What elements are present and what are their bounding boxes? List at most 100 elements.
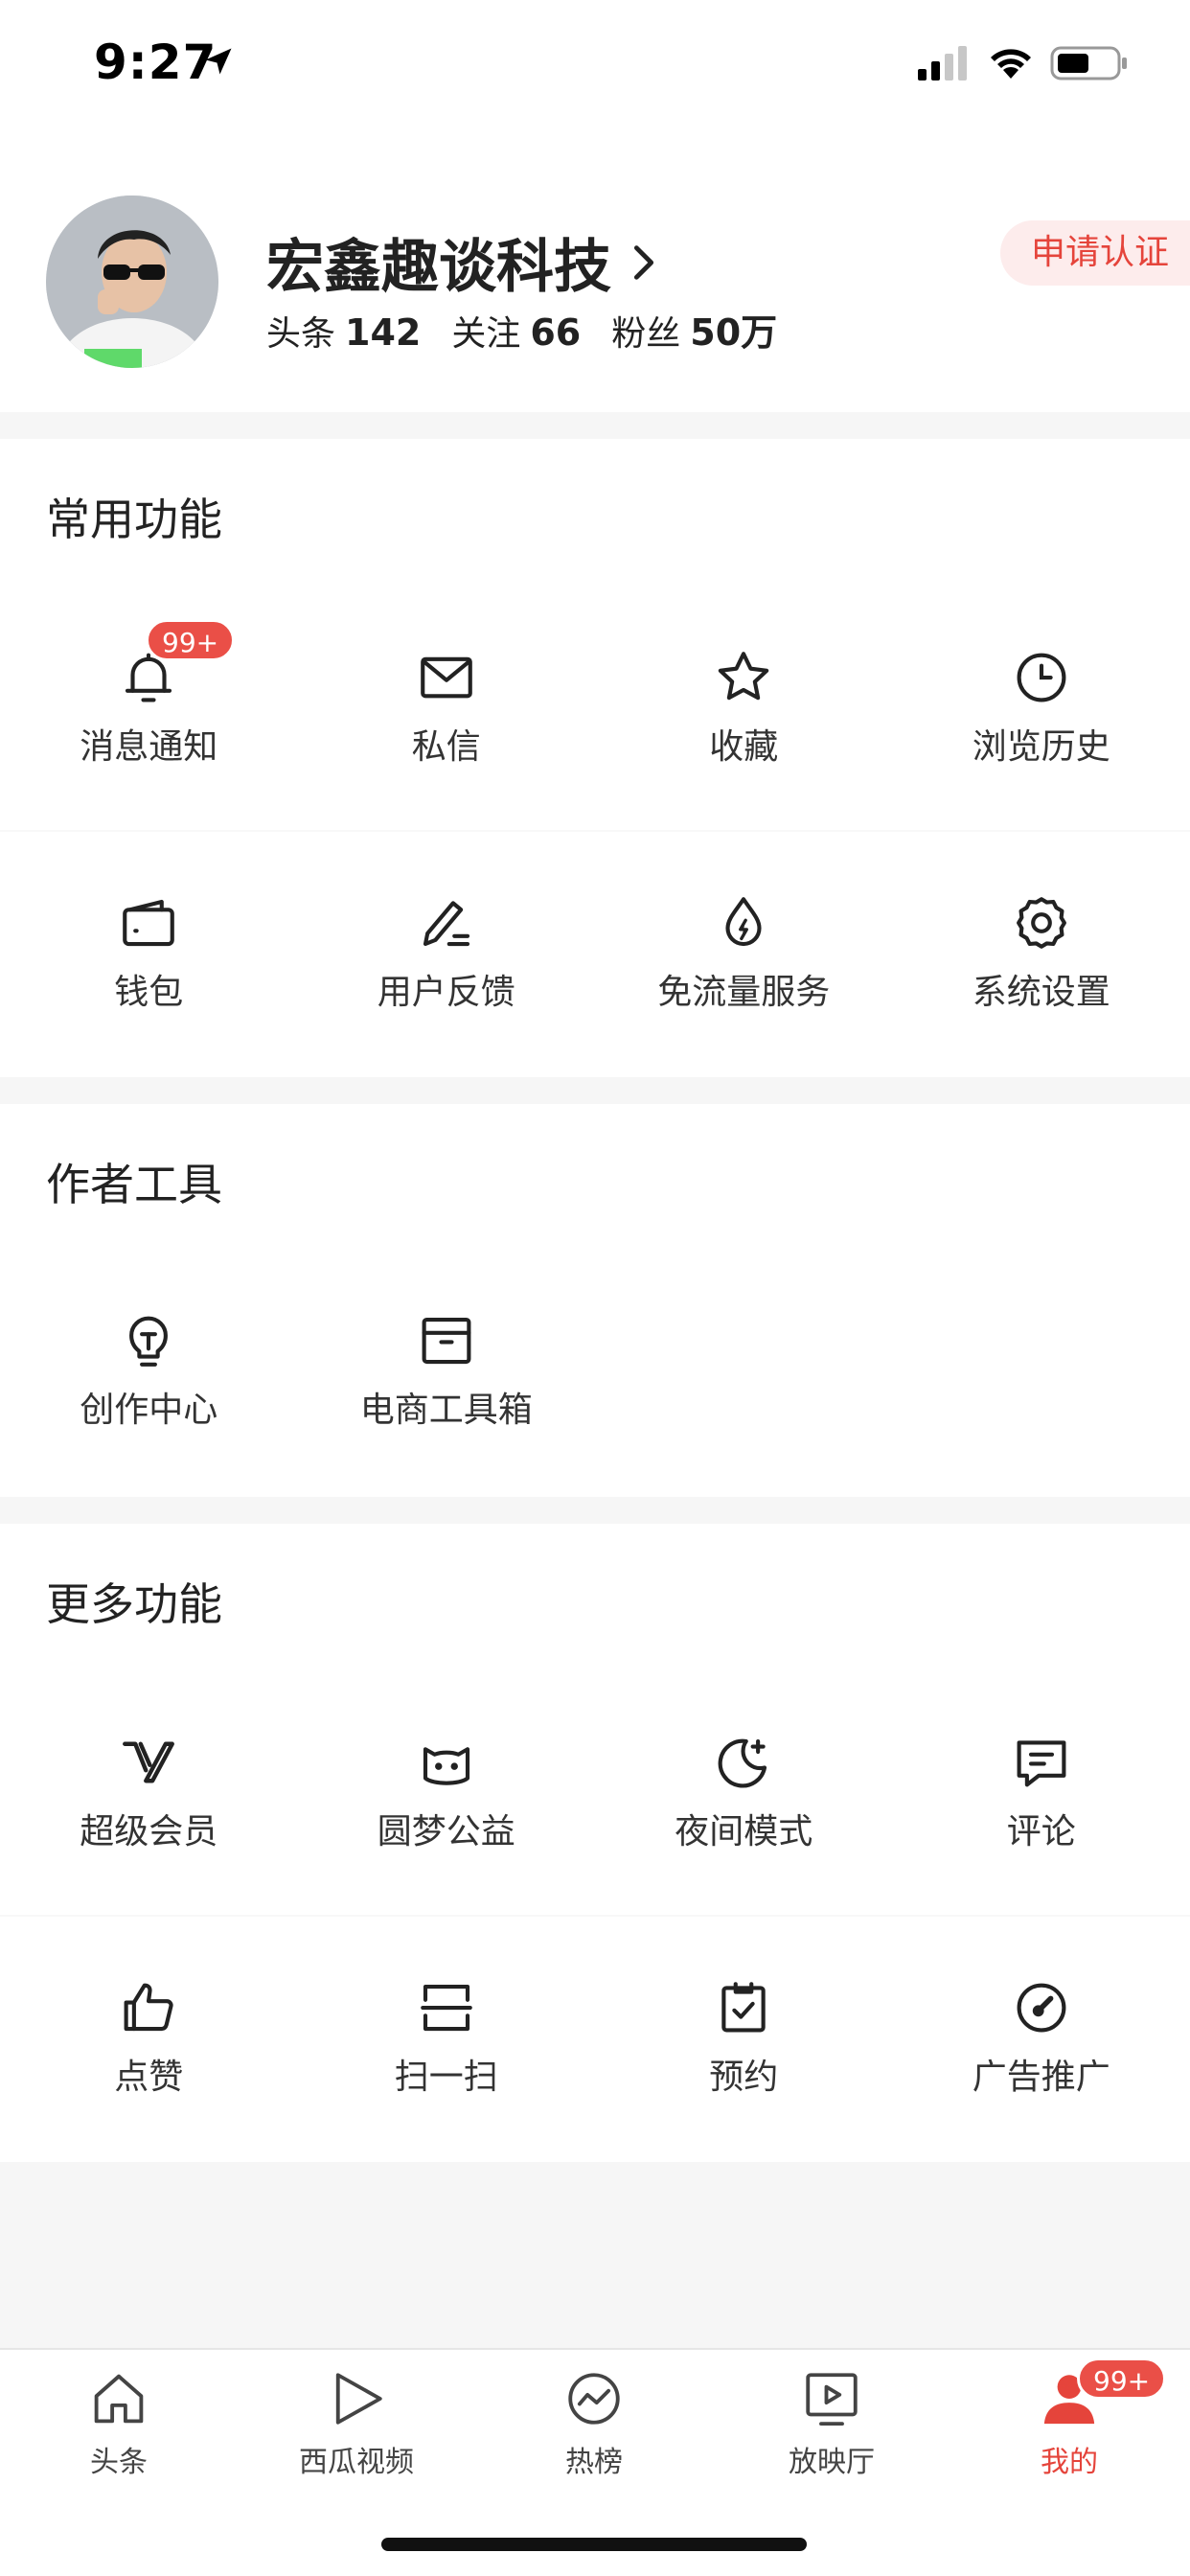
status-time: 9:27 — [94, 34, 217, 90]
wallet-icon — [117, 891, 180, 954]
profile-stats: 头条 142 关注 66 粉丝 50万 — [266, 303, 808, 356]
clipboard-check-icon — [712, 1976, 775, 2039]
common-row-1: 99+ 消息通知 私信 收藏 浏览历史 — [0, 586, 1190, 830]
thumbs-up-icon — [117, 1976, 180, 2039]
grid-label: 评论 — [1006, 1812, 1076, 1852]
stat-value: 142 — [345, 311, 422, 354]
grid-item-ecommerce-toolbox[interactable]: 电商工具箱 — [298, 1250, 596, 1493]
grid-item-charity[interactable]: 圆梦公益 — [298, 1671, 596, 1915]
common-functions-section: 常用功能 99+ 消息通知 私信 收藏 浏览历史 钱包 用户反馈 免流量服务 系… — [0, 439, 1190, 1077]
tab-hot-list[interactable]: 热榜 — [498, 2367, 690, 2511]
page-bottom-spacer — [0, 2162, 1190, 2348]
tab-label: 我的 — [1041, 2446, 1098, 2479]
section-title: 更多功能 — [46, 1578, 222, 1630]
chevron-right-icon — [633, 244, 654, 280]
cat-face-icon — [415, 1731, 478, 1794]
tab-headlines[interactable]: 头条 — [23, 2367, 215, 2511]
grid-label: 夜间模式 — [675, 1812, 813, 1852]
grid-label: 浏览历史 — [972, 727, 1110, 767]
grid-item-notifications[interactable]: 99+ 消息通知 — [0, 586, 298, 830]
grid-label: 免流量服务 — [657, 973, 831, 1012]
grid-label: 私信 — [411, 727, 481, 767]
grid-item-wallet[interactable]: 钱包 — [0, 832, 298, 1075]
section-title: 常用功能 — [46, 494, 222, 545]
stat-label: 关注 — [451, 314, 521, 354]
apply-certification-button[interactable]: 申请认证 — [999, 220, 1190, 286]
more-row-2: 点赞 扫一扫 预约 广告推广 — [0, 1917, 1190, 2160]
stat-value: 66 — [530, 311, 582, 354]
star-icon — [712, 646, 775, 709]
location-arrow-icon — [205, 48, 232, 75]
grid-label: 超级会员 — [80, 1812, 218, 1852]
box-icon — [415, 1309, 478, 1372]
grid-label: 广告推广 — [972, 2058, 1110, 2097]
grid-label: 创作中心 — [80, 1391, 218, 1430]
pen-icon — [415, 891, 478, 954]
grid-label: 扫一扫 — [394, 2058, 498, 2097]
section-divider — [0, 1497, 1190, 1524]
scan-icon — [415, 1976, 478, 2039]
vip-icon — [117, 1731, 180, 1794]
stat-followers[interactable]: 粉丝 50万 — [611, 303, 777, 356]
gauge-icon — [1010, 1976, 1073, 2039]
grid-item-settings[interactable]: 系统设置 — [893, 832, 1190, 1075]
grid-item-likes[interactable]: 点赞 — [0, 1917, 298, 2160]
trending-icon — [562, 2367, 626, 2430]
author-row: 创作中心 电商工具箱 — [0, 1250, 1190, 1493]
grid-item-feedback[interactable]: 用户反馈 — [298, 832, 596, 1075]
grid-item-history[interactable]: 浏览历史 — [893, 586, 1190, 830]
tab-label: 热榜 — [565, 2446, 623, 2479]
home-indicator[interactable] — [381, 2538, 807, 2551]
tab-theater[interactable]: 放映厅 — [736, 2367, 927, 2511]
grid-item-free-data[interactable]: 免流量服务 — [595, 832, 893, 1075]
lightbulb-icon — [117, 1309, 180, 1372]
grid-item-scan[interactable]: 扫一扫 — [298, 1917, 596, 2160]
wifi-icon — [991, 49, 1031, 79]
section-divider — [0, 412, 1190, 439]
grid-item-messages[interactable]: 私信 — [298, 586, 596, 830]
grid-item-reservation[interactable]: 预约 — [595, 1917, 893, 2160]
gear-icon — [1010, 891, 1073, 954]
stat-label: 粉丝 — [611, 314, 681, 354]
grid-item-creator-center[interactable]: 创作中心 — [0, 1250, 298, 1493]
grid-item-night-mode[interactable]: 夜间模式 — [595, 1671, 893, 1915]
battery-icon — [1050, 46, 1127, 80]
more-functions-section: 更多功能 超级会员 圆梦公益 夜间模式 评论 点赞 扫一扫 预约 广告推广 — [0, 1524, 1190, 2162]
grid-label: 预约 — [709, 2058, 779, 2097]
stat-articles[interactable]: 头条 142 — [266, 306, 421, 356]
grid-label: 收藏 — [709, 727, 779, 767]
tab-mine[interactable]: 99+ 我的 — [973, 2358, 1167, 2511]
grid-label: 圆梦公益 — [377, 1812, 515, 1852]
tab-xigua-video[interactable]: 西瓜视频 — [261, 2367, 452, 2511]
grid-label: 用户反馈 — [377, 973, 515, 1012]
tab-label: 西瓜视频 — [299, 2446, 414, 2479]
grid-label: 点赞 — [114, 2058, 184, 2097]
comment-icon — [1010, 1731, 1073, 1794]
mail-icon — [415, 646, 478, 709]
stat-label: 头条 — [266, 314, 336, 354]
common-row-2: 钱包 用户反馈 免流量服务 系统设置 — [0, 832, 1190, 1075]
profile-header: 宏鑫趣谈科技 头条 142 关注 66 粉丝 50万 申请认证 — [0, 125, 1190, 412]
grid-item-comments[interactable]: 评论 — [893, 1671, 1190, 1915]
drop-icon — [712, 891, 775, 954]
tab-label: 放映厅 — [789, 2446, 875, 2479]
grid-item-super-vip[interactable]: 超级会员 — [0, 1671, 298, 1915]
more-row-1: 超级会员 圆梦公益 夜间模式 评论 — [0, 1671, 1190, 1915]
username-row[interactable]: 宏鑫趣谈科技 — [266, 220, 663, 304]
grid-label: 钱包 — [114, 973, 184, 1012]
grid-item-ad-promotion[interactable]: 广告推广 — [893, 1917, 1190, 2160]
mine-badge: 99+ — [1077, 2358, 1167, 2400]
stat-following[interactable]: 关注 66 — [451, 306, 581, 356]
username: 宏鑫趣谈科技 — [266, 234, 611, 301]
cellular-signal-icon — [918, 46, 967, 80]
home-icon — [87, 2367, 150, 2430]
grid-label: 消息通知 — [80, 727, 218, 767]
author-tools-section: 作者工具 创作中心 电商工具箱 — [0, 1104, 1190, 1497]
section-divider — [0, 1077, 1190, 1104]
stat-value: 50万 — [690, 311, 778, 354]
moon-icon — [712, 1731, 775, 1794]
status-bar: 9:27 — [0, 0, 1190, 125]
avatar[interactable] — [46, 196, 218, 368]
grid-item-favorites[interactable]: 收藏 — [595, 586, 893, 830]
section-title: 作者工具 — [46, 1159, 222, 1210]
